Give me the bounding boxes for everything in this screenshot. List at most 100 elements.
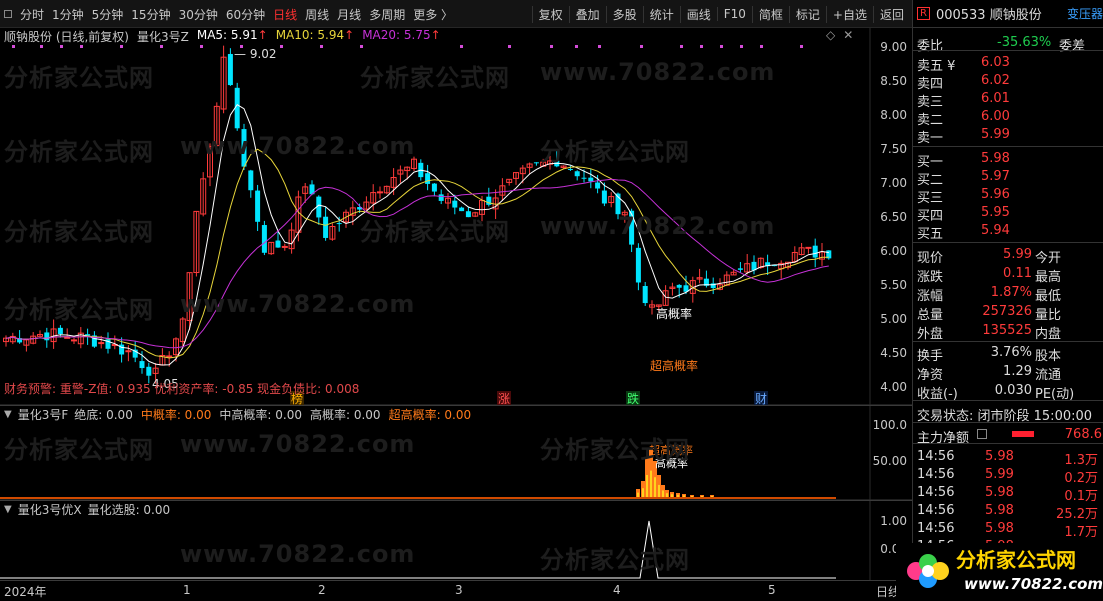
bid-row: 买一 5.98 (917, 149, 1102, 170)
bid-row: 买四 5.95 (917, 203, 1102, 224)
panel2-name[interactable]: 量化3号F (18, 406, 69, 423)
event-marker: 跌 (626, 391, 640, 406)
multi-stock-button[interactable]: 多股 (605, 5, 643, 23)
flower-logo-icon (907, 554, 949, 588)
period-tab-monthly[interactable]: 月线 (333, 6, 365, 23)
date-axis: 2024年 1 2 3 4 5 日线 (0, 580, 912, 601)
grid-icon[interactable] (4, 10, 12, 18)
overlay-button[interactable]: 叠加 (568, 5, 606, 23)
bid-row: 买二 5.97 (917, 167, 1102, 188)
panel3-header: ▼ 量化3号优X 量化选股: 0.00 (0, 500, 912, 518)
close-icon[interactable]: ✕ (843, 28, 853, 42)
period-tab-multi[interactable]: 多周期 (365, 6, 409, 23)
flow-row: 主力净额 768.6 (917, 425, 1102, 446)
mark-button[interactable]: 标记 (788, 5, 826, 23)
axis-label: 1 (183, 583, 191, 597)
banner-title: 分析家公式网 (956, 548, 1076, 572)
trade-row: 14:56 5.98 0.1万 (917, 483, 1102, 504)
ma10-label: MA10: 5.94↑ (275, 28, 355, 42)
panel2-bar-inner (654, 477, 656, 497)
ma20-label: MA20: 5.75↑ (362, 28, 441, 42)
signal-dot (550, 45, 553, 48)
stat-value: 3.76% (990, 345, 1032, 360)
panel3-name[interactable]: 量化3号优X (18, 501, 82, 518)
ask-price: 5.99 (981, 127, 1010, 142)
period-tab-daily[interactable]: 日线 (269, 6, 301, 23)
switch-button[interactable]: 变压器 (1067, 5, 1103, 22)
f10-button[interactable]: F10 (716, 7, 752, 21)
candle-body (64, 336, 71, 339)
period-tab-15min[interactable]: 15分钟 (127, 6, 174, 23)
annotation-super: 超高概率 (650, 358, 698, 373)
signal-dot (598, 45, 601, 48)
period-tab-weekly[interactable]: 周线 (301, 6, 333, 23)
period-tab-timeshare[interactable]: 分时 (16, 6, 48, 23)
site-banner: 分析家公式网 www.70822.com (896, 543, 1103, 601)
event-marker: 财 (754, 391, 768, 406)
quote-row: 现价 5.99 今开 (917, 245, 1102, 266)
axis-label: 5 (768, 583, 776, 597)
collapse-icon[interactable]: ▼ (4, 504, 12, 515)
candle-body (567, 168, 573, 170)
panel2-bar-inner (683, 495, 685, 497)
quote-label2: 内盘 (1035, 327, 1062, 342)
candle-body (336, 223, 342, 225)
panel2-legend-item: 中高概率: 0.00 (219, 408, 302, 422)
candle-body (601, 190, 607, 204)
candle-body (812, 245, 818, 258)
list-icon[interactable] (977, 429, 987, 439)
back-button[interactable]: 返回 (872, 5, 910, 23)
simple-frame-button[interactable]: 简框 (751, 5, 789, 23)
candlesticks (3, 45, 832, 384)
axis-label: 2 (318, 583, 326, 597)
adjust-button[interactable]: 复权 (531, 5, 569, 23)
signal-dot (120, 45, 123, 48)
quote-row: 涨跌 0.11 最高 (917, 264, 1102, 285)
period-tab-60min[interactable]: 60分钟 (222, 6, 269, 23)
period-tab-30min[interactable]: 30分钟 (175, 6, 222, 23)
high-price-label: — 9.02 (234, 47, 277, 61)
r-badge: R (917, 7, 930, 20)
quote-value: 0.11 (1003, 266, 1032, 281)
ask-row: 卖一 5.99 (917, 125, 1102, 146)
period-tab-5min[interactable]: 5分钟 (88, 6, 128, 23)
collapse-icon[interactable]: ▼ (4, 409, 12, 420)
price-tick-label: 8.50 (880, 74, 907, 88)
signal-dot (360, 45, 363, 48)
period-more-button[interactable]: 更多 〉 (409, 6, 457, 23)
statistics-button[interactable]: 统计 (642, 5, 680, 23)
price-tick-label: 4.50 (880, 346, 907, 360)
period-tab-1min[interactable]: 1分钟 (48, 6, 88, 23)
panel2-annotation-super: 超高概率 (649, 443, 693, 457)
trade-time: 14:56 (917, 467, 955, 482)
app-window: 9.00 8.50 8.00 7.50 7.00 6.50 6.00 5.50 5.00 4.50… (0, 0, 1103, 601)
panel2-bar-inner (642, 488, 644, 497)
signal-dot (40, 45, 43, 48)
quote-value: 1.87% (990, 285, 1032, 300)
ask-price: 6.03 (981, 55, 1010, 70)
add-watchlist-button[interactable]: +自选 (825, 5, 873, 23)
draw-line-button[interactable]: 画线 (679, 5, 717, 23)
signal-dot (160, 45, 163, 48)
bid-price: 5.94 (981, 223, 1010, 238)
trade-row: 14:56 5.98 25.2万 (917, 501, 1102, 522)
panel2-bar-inner (701, 495, 703, 497)
main-legend: 顺钠股份 (日线,前复权) 量化3号Z MA5: 5.91↑ MA10: 5.9… (4, 28, 441, 44)
trade-price: 5.99 (985, 467, 1014, 482)
financial-warning: 财务预警: 重警-Z值: 0.935 优利资产率: -0.85 现金负债比: 0… (4, 382, 360, 396)
marker-label: 涨 (498, 391, 510, 406)
price-tick-label: 5.00 (880, 312, 907, 326)
panel2-legend-item: 超高概率: 0.00 (388, 408, 472, 422)
signal-dot (640, 45, 643, 48)
divider (913, 341, 1103, 342)
bid-price: 5.96 (981, 187, 1010, 202)
quote-panel: R 000533 顺钠股份 变压器 委比 -35.63% 委差 卖五 ¥6.03 卖四 6… (912, 0, 1103, 601)
diamond-icon[interactable]: ◇ (826, 28, 835, 42)
divider (913, 400, 1103, 401)
indicator-name[interactable]: 量化3号Z (137, 28, 189, 44)
ask-price: 6.02 (981, 73, 1010, 88)
bid-label: 买五 (917, 227, 944, 242)
stat-row: 换手 3.76% 股本 (917, 343, 1102, 364)
marker-label: 财 (755, 392, 767, 406)
ask-row: 卖三 6.01 (917, 89, 1102, 110)
